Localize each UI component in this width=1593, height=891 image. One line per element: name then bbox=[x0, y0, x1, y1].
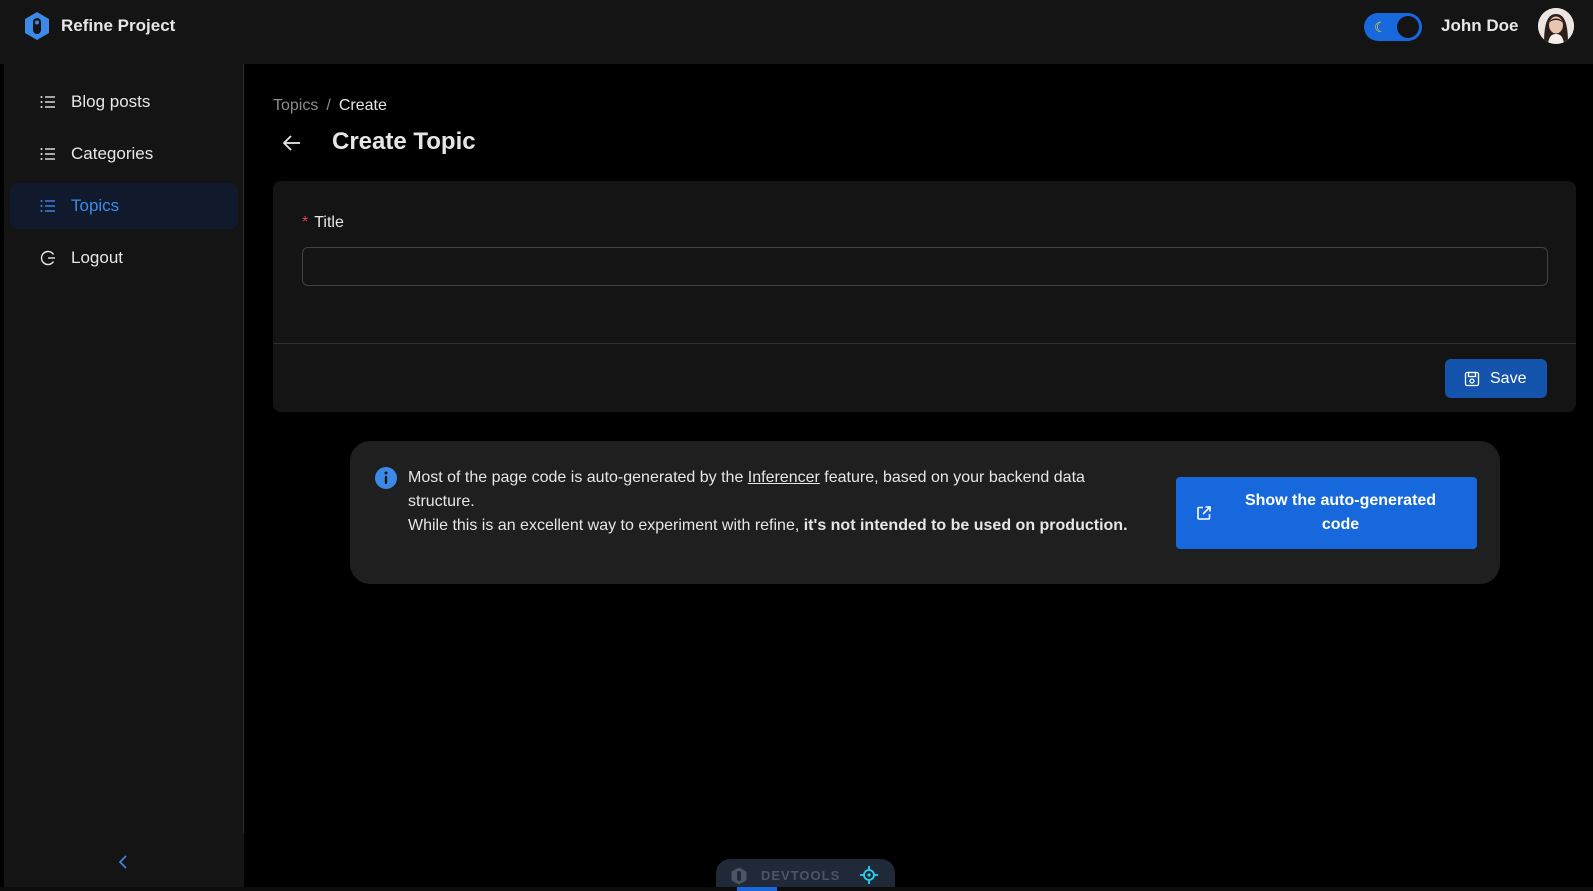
create-form-card: * Title Save bbox=[273, 181, 1576, 412]
sidebar-item-categories[interactable]: Categories bbox=[10, 131, 238, 177]
user-name: John Doe bbox=[1441, 16, 1519, 35]
sidebar-item-label: Categories bbox=[71, 144, 154, 163]
alert-message: Most of the page code is auto-generated … bbox=[408, 466, 1128, 538]
breadcrumb-current: Create bbox=[338, 97, 387, 114]
app-header: Refine Project ☾ John Doe bbox=[0, 0, 1593, 64]
moon-icon: ☾ bbox=[1374, 19, 1387, 35]
logout-icon bbox=[40, 250, 55, 266]
alert-text-part1: Most of the page code is auto-generated … bbox=[408, 469, 748, 486]
alert-bold-text: it's not intended to be used on producti… bbox=[803, 517, 1128, 534]
sidebar-item-label: Blog posts bbox=[71, 92, 151, 111]
show-auto-generated-code-button[interactable]: Show the auto-generated code bbox=[1176, 477, 1477, 549]
card-divider bbox=[273, 343, 1576, 344]
sidebar: Blog posts Categories Topics Logout bbox=[4, 64, 244, 891]
devtools-logo-icon bbox=[731, 867, 747, 885]
save-icon bbox=[1464, 371, 1480, 387]
save-button[interactable]: Save bbox=[1445, 359, 1547, 398]
required-mark: * bbox=[302, 214, 309, 231]
sidebar-item-label: Logout bbox=[71, 248, 123, 267]
sidebar-item-label: Topics bbox=[71, 196, 120, 215]
app-title[interactable]: Refine Project bbox=[61, 16, 175, 36]
toggle-knob bbox=[1397, 16, 1419, 38]
breadcrumb-separator: / bbox=[326, 97, 331, 114]
list-icon bbox=[40, 200, 55, 212]
crosshair-icon[interactable] bbox=[860, 866, 878, 884]
show-code-button-label: Show the auto-generated code bbox=[1244, 492, 1437, 533]
title-label-text: Title bbox=[314, 214, 344, 231]
alert-text-part3: While this is an excellent way to experi… bbox=[408, 517, 804, 534]
breadcrumb: Topics / Create bbox=[273, 97, 387, 115]
sidebar-item-topics[interactable]: Topics bbox=[10, 183, 238, 229]
refine-logo-icon[interactable] bbox=[22, 11, 52, 41]
avatar-image bbox=[1538, 8, 1574, 44]
inferencer-alert: Most of the page code is auto-generated … bbox=[350, 441, 1500, 584]
save-button-label: Save bbox=[1490, 370, 1527, 387]
external-link-icon bbox=[1197, 506, 1211, 520]
devtools-label: DEVTOOLS bbox=[761, 868, 841, 883]
page-title: Create Topic bbox=[332, 128, 476, 155]
breadcrumb-topics-link[interactable]: Topics bbox=[273, 97, 318, 114]
list-icon bbox=[40, 148, 55, 160]
avatar[interactable] bbox=[1538, 8, 1574, 44]
bottom-accent-bar bbox=[737, 887, 777, 891]
back-arrow-icon[interactable] bbox=[280, 131, 304, 155]
theme-toggle[interactable]: ☾ bbox=[1364, 13, 1422, 41]
title-field-label: * Title bbox=[302, 214, 344, 232]
list-icon bbox=[40, 96, 55, 108]
chevron-left-icon bbox=[118, 855, 127, 869]
inferencer-link[interactable]: Inferencer bbox=[748, 469, 820, 486]
info-icon bbox=[375, 467, 397, 489]
bottom-strip bbox=[0, 887, 1593, 891]
sidebar-item-logout[interactable]: Logout bbox=[10, 235, 238, 281]
sidebar-collapse-button[interactable] bbox=[4, 833, 244, 891]
sidebar-item-blog-posts[interactable]: Blog posts bbox=[10, 79, 238, 125]
title-input[interactable] bbox=[302, 247, 1548, 286]
